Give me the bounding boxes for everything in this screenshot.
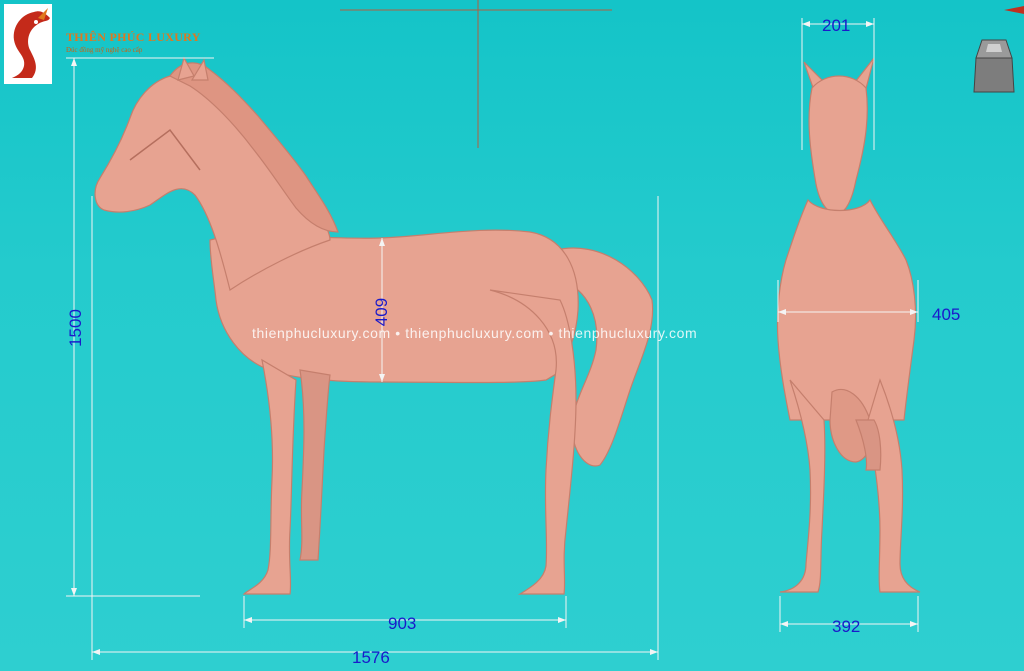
cad-viewport[interactable]: THIÊN PHÚC LUXURY Đúc đồng mỹ nghệ cao c… bbox=[0, 0, 1024, 671]
dimension-leg-span: 903 bbox=[388, 614, 417, 633]
dimension-total-height: 1500 bbox=[66, 309, 85, 347]
corner-marker bbox=[1004, 6, 1024, 14]
dimension-total-length: 1576 bbox=[352, 648, 390, 667]
dimension-body-width: 405 bbox=[932, 305, 961, 324]
dimension-head-width: 201 bbox=[822, 16, 851, 35]
dimension-leg-width: 392 bbox=[832, 617, 861, 636]
view-cube-icon[interactable] bbox=[968, 36, 1020, 100]
horse-front-view bbox=[776, 57, 921, 593]
watermark-text: thienphucluxury.com • thienphucluxury.co… bbox=[252, 325, 698, 341]
